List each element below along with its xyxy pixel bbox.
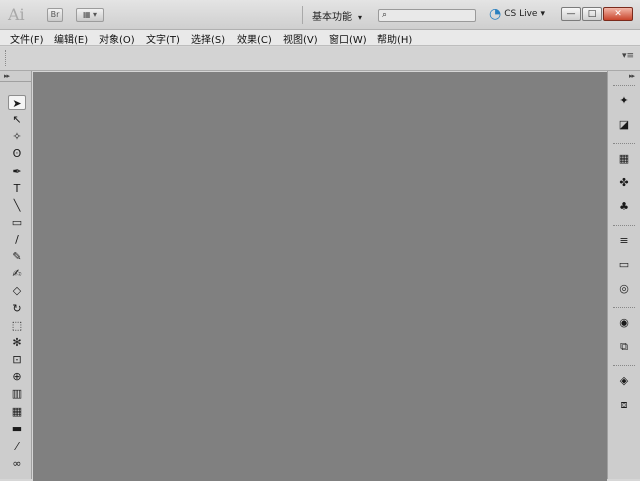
- workspace-switcher[interactable]: 基本功能 ▾: [312, 8, 362, 23]
- brushes-panel-button[interactable]: ✤: [615, 175, 633, 191]
- chevron-down-icon: ▾: [540, 9, 545, 19]
- collapse-icon[interactable]: ▸▸: [4, 72, 10, 80]
- menu-effect[interactable]: 效果(C): [237, 31, 272, 46]
- panel-grip[interactable]: [5, 50, 7, 66]
- color-guide-panel-button[interactable]: ◪: [615, 117, 633, 133]
- menu-help[interactable]: 帮助(H): [377, 31, 412, 46]
- artboards-panel-button[interactable]: ⧈: [615, 397, 633, 413]
- layers-panel-button[interactable]: ◈: [615, 373, 633, 389]
- panel-group-grip[interactable]: [613, 85, 635, 87]
- appearance-panel-button[interactable]: ◉: [615, 315, 633, 331]
- cs-live-button[interactable]: ◔ CS Live ▾: [489, 6, 545, 22]
- cs-live-label: CS Live: [504, 9, 538, 19]
- search-icon: ⌕: [382, 10, 388, 20]
- document-canvas[interactable]: [33, 72, 607, 481]
- chevron-down-icon: ▾: [358, 13, 363, 22]
- stroke-panel-button[interactable]: ≡: [615, 233, 633, 249]
- warp-tool[interactable]: ✻: [8, 335, 26, 350]
- blend-tool[interactable]: ∞: [8, 456, 26, 471]
- control-panel: ▾≡: [0, 47, 640, 71]
- arrange-documents-button[interactable]: ▦ ▾: [76, 8, 104, 22]
- illustrator-logo: Ai: [8, 5, 25, 24]
- gradient-tool[interactable]: ▬: [8, 421, 26, 436]
- panel-dock: ▸▸ ✦ ◪ ▦ ✤ ♣ ≡ ▭ ◎ ◉ ⧉ ◈ ⧈: [607, 71, 640, 479]
- free-transform-tool[interactable]: ⊡: [8, 352, 26, 367]
- gradient-panel-button[interactable]: ▭: [615, 257, 633, 273]
- bridge-button[interactable]: Br: [47, 8, 63, 22]
- perspective-grid-tool[interactable]: ▥: [8, 386, 26, 401]
- title-bar: Ai Br ▦ ▾ 基本功能 ▾ ⌕ ◔ CS Live ▾ — □ ✕: [0, 0, 640, 30]
- menu-type[interactable]: 文字(T): [146, 31, 180, 46]
- graphic-styles-panel-button[interactable]: ⧉: [615, 339, 633, 355]
- rotate-tool[interactable]: ↻: [8, 301, 26, 316]
- menu-edit[interactable]: 编辑(E): [54, 31, 88, 46]
- search-help-input[interactable]: ⌕: [378, 9, 476, 22]
- eyedropper-tool[interactable]: ⁄: [8, 439, 26, 454]
- panel-menu-icon[interactable]: ▾≡: [622, 51, 634, 61]
- menu-view[interactable]: 视图(V): [283, 31, 318, 46]
- selection-tool[interactable]: ➤: [8, 95, 26, 110]
- swatches-panel-button[interactable]: ▦: [615, 151, 633, 167]
- pen-tool[interactable]: ✒: [8, 164, 26, 179]
- minimize-button[interactable]: —: [561, 7, 581, 21]
- arrange-documents-icon: ▦: [82, 10, 91, 19]
- panel-group-grip[interactable]: [613, 307, 635, 309]
- lasso-tool[interactable]: ʘ: [8, 146, 26, 161]
- tools-panel-header[interactable]: [0, 81, 31, 89]
- direct-selection-tool[interactable]: ↖: [8, 112, 26, 127]
- menu-bar: 文件(F) 编辑(E) 对象(O) 文字(T) 选择(S) 效果(C) 视图(V…: [0, 30, 640, 46]
- eraser-tool[interactable]: ◇: [8, 283, 26, 298]
- menu-select[interactable]: 选择(S): [191, 31, 225, 46]
- maximize-button[interactable]: □: [582, 7, 602, 21]
- line-segment-tool[interactable]: ╲: [8, 198, 26, 213]
- symbols-panel-button[interactable]: ♣: [615, 199, 633, 215]
- magic-wand-tool[interactable]: ✧: [8, 129, 26, 144]
- shape-builder-tool[interactable]: ⊕: [8, 369, 26, 384]
- type-tool[interactable]: T: [8, 181, 26, 196]
- paintbrush-tool[interactable]: /: [8, 232, 26, 247]
- tools-panel: ▸▸ ➤ ↖ ✧ ʘ ✒ T ╲ ▭ / ✎ ✍ ◇ ↻ ⬚ ✻ ⊡ ⊕ ▥ ▦ ▬ ⁄ ∞: [0, 71, 32, 479]
- workspace-label: 基本功能: [312, 12, 352, 23]
- mesh-tool[interactable]: ▦: [8, 404, 26, 419]
- rectangle-tool[interactable]: ▭: [8, 215, 26, 230]
- panel-group-grip[interactable]: [613, 225, 635, 227]
- close-button[interactable]: ✕: [603, 7, 633, 21]
- menu-file[interactable]: 文件(F): [10, 31, 44, 46]
- panel-group-grip[interactable]: [613, 143, 635, 145]
- cs-live-icon: ◔: [489, 6, 502, 22]
- separator: [302, 6, 303, 24]
- menu-object[interactable]: 对象(O): [99, 31, 135, 46]
- expand-panels-icon[interactable]: ▸▸: [629, 72, 635, 80]
- pencil-tool[interactable]: ✎: [8, 249, 26, 264]
- panel-group-grip[interactable]: [613, 365, 635, 367]
- scale-tool[interactable]: ⬚: [8, 318, 26, 333]
- menu-window[interactable]: 窗口(W): [329, 31, 367, 46]
- blob-brush-tool[interactable]: ✍: [8, 266, 26, 281]
- color-panel-button[interactable]: ✦: [615, 93, 633, 109]
- chevron-down-icon: ▾: [93, 10, 98, 19]
- transparency-panel-button[interactable]: ◎: [615, 281, 633, 297]
